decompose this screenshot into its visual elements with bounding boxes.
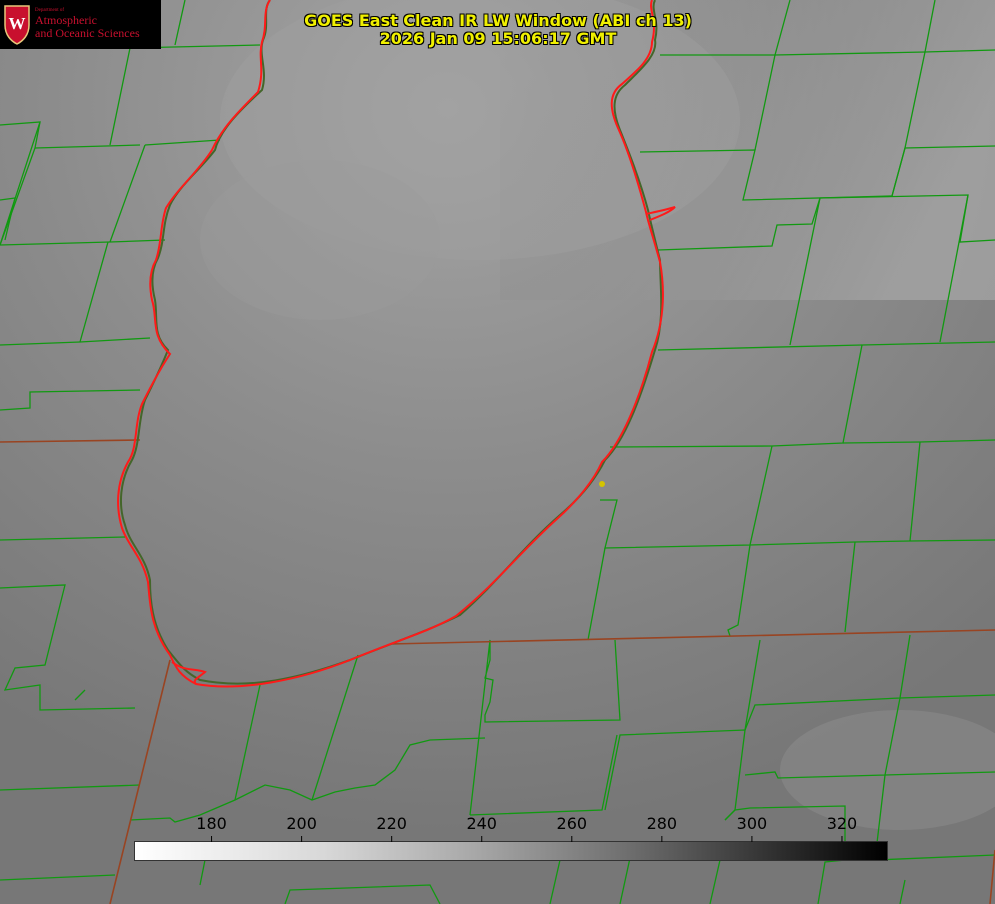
svg-text:W: W	[9, 14, 26, 33]
satellite-map	[0, 0, 995, 904]
logo-line-2: and Oceanic Sciences	[35, 26, 140, 40]
location-marker	[599, 481, 605, 487]
ir-cloud-patch	[200, 160, 440, 320]
satellite-viewer: GOES East Clean IR LW Window (ABI ch 13)…	[0, 0, 995, 904]
uw-seal-icon: W	[4, 5, 30, 45]
aos-logo[interactable]: W Department of Atmospheric and Oceanic …	[0, 0, 161, 49]
image-title: GOES East Clean IR LW Window (ABI ch 13)	[304, 11, 692, 30]
image-timestamp: 2026 Jan 09 15:06:17 GMT	[379, 29, 617, 48]
